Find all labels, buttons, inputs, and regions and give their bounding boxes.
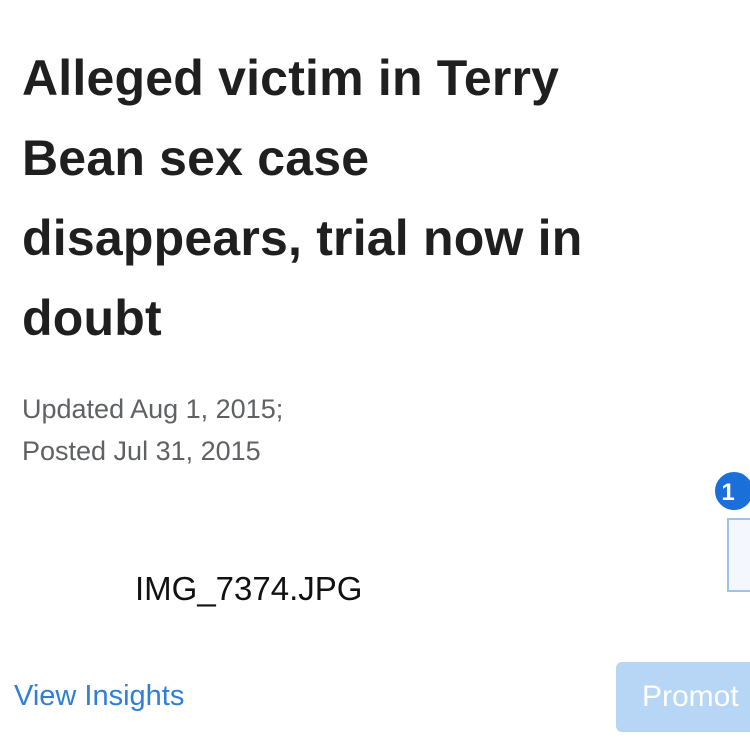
article-headline: Alleged victim in Terry Bean sex case di… [22, 38, 737, 358]
image-filename: IMG_7374.JPG [135, 570, 363, 607]
count-badge-value: 1 [721, 479, 735, 506]
headline-line: disappears, trial now in [22, 210, 583, 266]
promote-button[interactable]: Promot [616, 662, 750, 732]
updated-date: Updated Aug 1, 2015; [22, 394, 284, 424]
view-insights-link[interactable]: View Insights [14, 680, 184, 713]
headline-line: Bean sex case [22, 130, 370, 186]
selected-thumbnail-edge[interactable] [727, 518, 750, 592]
article-dates: Updated Aug 1, 2015; Posted Jul 31, 2015 [22, 388, 283, 472]
count-badge[interactable]: 1 [713, 470, 750, 512]
headline-line: doubt [22, 290, 162, 346]
posted-date: Posted Jul 31, 2015 [22, 436, 261, 466]
headline-line: Alleged victim in Terry [22, 50, 560, 106]
